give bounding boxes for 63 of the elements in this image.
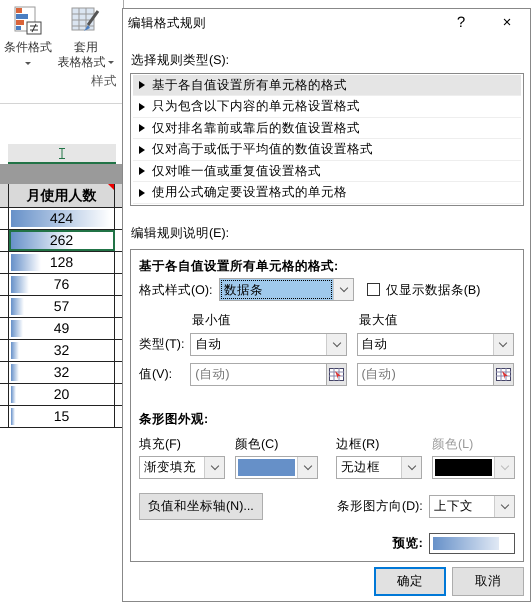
field-label: 值(V): xyxy=(139,366,174,384)
table-cell[interactable]: 57 xyxy=(9,296,115,317)
format-style-dropdown[interactable]: 数据条 xyxy=(219,278,354,302)
list-item[interactable]: 只为包含以下内容的单元格设置格式 xyxy=(133,96,521,118)
table-cell[interactable]: 20 xyxy=(9,384,115,405)
text-cursor-icon xyxy=(59,148,65,158)
field-label: 边框(R) xyxy=(336,436,380,453)
table-cell[interactable]: 49 xyxy=(9,318,115,339)
triangle-icon xyxy=(139,124,145,132)
heading: 条形图外观: xyxy=(139,411,210,428)
field-label: 预览: xyxy=(392,534,423,552)
column-heading: 最小值 xyxy=(192,312,232,330)
type-dropdown[interactable]: 自动 xyxy=(190,333,348,356)
list-item[interactable]: 使用公式确定要设置格式的单元格 xyxy=(133,182,521,204)
table-cell[interactable]: 32 xyxy=(9,362,115,383)
field-label: 条形图方向(D): xyxy=(336,498,423,515)
type-dropdown[interactable]: 自动 xyxy=(356,333,514,356)
table-cell[interactable]: 15 xyxy=(9,406,115,427)
close-button[interactable]: × xyxy=(484,9,530,37)
triangle-icon xyxy=(139,167,145,175)
field-label: 填充(F) xyxy=(139,436,182,453)
ok-button[interactable]: 确定 xyxy=(374,566,446,596)
table-cell[interactable]: 128 xyxy=(9,252,115,273)
range-picker-button[interactable] xyxy=(492,363,514,386)
range-picker-button[interactable] xyxy=(326,363,348,386)
checkbox[interactable] xyxy=(366,283,380,296)
column-header-cell: 月使用人数 xyxy=(9,184,115,207)
range-picker-icon xyxy=(496,368,510,382)
triangle-icon xyxy=(139,102,145,110)
field-label: 颜色(C) xyxy=(235,436,280,453)
triangle-icon xyxy=(139,188,145,196)
heading: 基于各自值设置所有单元格的格式: xyxy=(139,258,340,274)
column-heading: 最大值 xyxy=(359,312,398,330)
field-label: 类型(T): xyxy=(139,336,184,354)
field-label: 颜色(L) xyxy=(432,436,474,453)
range-picker-icon xyxy=(329,368,344,382)
table-cell[interactable]: 76 xyxy=(9,274,115,295)
triangle-icon xyxy=(139,81,145,89)
table-cell[interactable]: 262 xyxy=(9,230,115,251)
fill-dropdown[interactable]: 渐变填充 xyxy=(139,456,225,479)
checkbox-label: 仅显示数据条(B) xyxy=(386,282,480,299)
triangle-icon xyxy=(139,146,145,154)
cancel-button[interactable]: 取消 xyxy=(452,566,524,596)
caret-icon xyxy=(108,61,114,64)
direction-dropdown[interactable]: 上下文 xyxy=(429,494,515,518)
section-label: 选择规则类型(S): xyxy=(131,52,230,69)
border-dropdown[interactable]: 无边框 xyxy=(336,456,422,479)
caret-icon xyxy=(25,62,32,64)
ribbon-button[interactable]: 条件格式 xyxy=(3,3,54,72)
list-item[interactable]: 仅对高于或低于平均值的数值设置格式 xyxy=(133,139,521,161)
list-item[interactable]: 基于各自值设置所有单元格的格式 xyxy=(133,74,521,96)
group-label: 样式 xyxy=(90,73,117,90)
ribbon-button[interactable]: 套用 表格格式 xyxy=(56,3,116,72)
table-cell[interactable]: 32 xyxy=(9,340,115,361)
field-label: 格式样式(O): xyxy=(139,282,214,299)
section-label: 编辑规则说明(E): xyxy=(131,224,230,242)
table-cell[interactable]: 424 xyxy=(9,208,115,229)
help-button[interactable]: ? xyxy=(438,9,484,37)
conditional-format-icon xyxy=(12,5,44,38)
axis-settings-button[interactable]: 负值和坐标轴(N)... xyxy=(139,492,263,520)
window-title: 编辑格式规则 xyxy=(128,14,207,32)
column-header[interactable] xyxy=(8,144,116,164)
color-dropdown[interactable] xyxy=(235,456,318,479)
